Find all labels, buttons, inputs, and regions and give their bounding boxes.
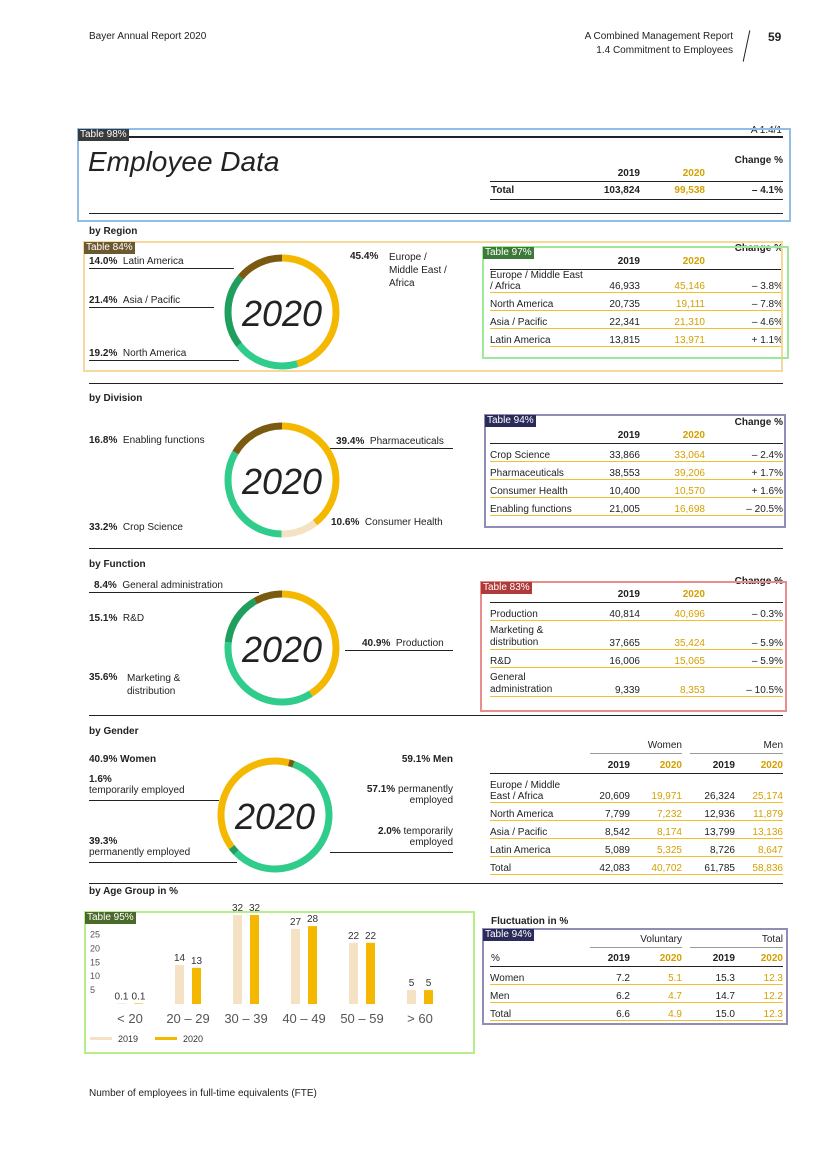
leader-line <box>330 448 453 449</box>
gender-men-2019-header: 2019 <box>712 760 735 771</box>
gender-men-2020-header: 2020 <box>760 760 783 771</box>
function-label-marketing-name: Marketing & distribution <box>127 673 181 697</box>
section-title: A Combined Management Report <box>584 31 733 42</box>
function-label-marketing: 35.6% <box>89 672 118 683</box>
leader-line <box>330 852 453 853</box>
donut-year: 2020 <box>241 461 322 502</box>
annotation-box: Table 97% <box>482 246 789 359</box>
section-rule <box>89 883 783 884</box>
gender-label-women-perm: 39.3% permanently employed <box>89 836 191 858</box>
division-label-enabling: 16.8% Enabling functions <box>89 435 205 446</box>
annotation-box: Table 94% <box>482 928 788 1025</box>
division-heading: by Division <box>89 393 143 404</box>
leader-line <box>89 800 219 801</box>
gender-label-women-temp: 1.6% temporarily employed <box>89 774 185 796</box>
division-donut: 2020 <box>224 422 340 538</box>
gender-women-2019-header: 2019 <box>607 760 630 771</box>
section-rule <box>89 715 783 716</box>
division-label-consumer: 10.6% Consumer Health <box>331 517 443 528</box>
section-rule <box>89 548 783 549</box>
leader-line <box>345 650 453 651</box>
function-donut: 2020 <box>224 590 340 706</box>
division-label-pharma: 39.4% Pharmaceuticals <box>336 436 444 447</box>
gender-men-group: Men <box>763 740 783 751</box>
gender-men-label: 59.1% Men <box>401 754 453 765</box>
group-rule <box>590 753 682 754</box>
page-number: 59 <box>768 30 782 44</box>
header-divider <box>742 30 751 62</box>
group-rule <box>690 753 783 754</box>
gender-women-2020-header: 2020 <box>659 760 682 771</box>
function-label-rnd: 15.1% R&D <box>89 613 145 624</box>
donut-year: 2020 <box>234 796 315 837</box>
gender-women-group: Women <box>647 740 682 751</box>
region-heading: by Region <box>89 226 138 237</box>
annotation-box: Table 83% <box>480 581 787 712</box>
subsection-title: 1.4 Commitment to Employees <box>596 45 733 56</box>
gender-table: Europe / Middle East / Africa 20,609 19,97… <box>490 774 783 875</box>
gender-label-men-temp: 2.0% temporarily employed <box>377 826 453 848</box>
report-title: Bayer Annual Report 2020 <box>89 31 207 42</box>
function-heading: by Function <box>89 559 146 570</box>
gender-heading: by Gender <box>89 726 139 737</box>
gender-donut: 2020 <box>217 757 333 873</box>
gender-label-men-perm: 57.1% permanently employed <box>366 784 453 806</box>
footnote: Number of employees in full-time equival… <box>89 1088 317 1099</box>
function-label-admin: 8.4% General administration <box>94 580 223 591</box>
function-label-production: 40.9% Production <box>362 638 444 649</box>
donut-year: 2020 <box>241 629 322 670</box>
annotation-box: Table 94% <box>484 414 786 528</box>
division-label-crop: 33.2% Crop Science <box>89 522 183 533</box>
section-rule <box>89 383 783 384</box>
fluctuation-heading: Fluctuation in % <box>491 916 569 927</box>
gender-women-label: 40.9% Women <box>89 754 157 765</box>
annotation-box: Table 95% <box>84 911 475 1054</box>
annotation-box: Table 98% <box>77 128 791 222</box>
